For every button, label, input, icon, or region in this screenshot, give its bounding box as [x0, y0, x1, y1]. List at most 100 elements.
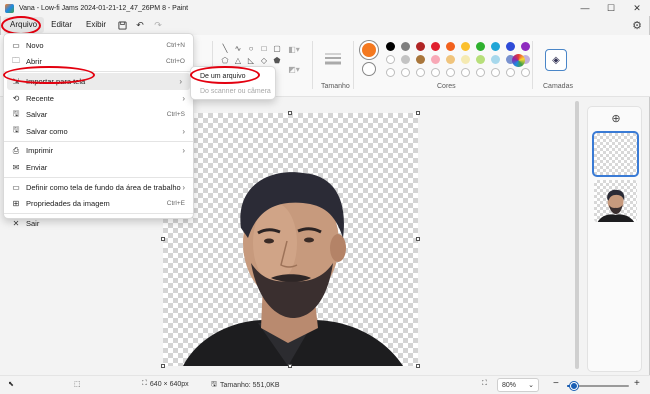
palette-color-swatch[interactable]	[491, 55, 500, 64]
minimize-button[interactable]: —	[572, 0, 598, 16]
curve-shape-icon[interactable]: ∿	[233, 44, 243, 54]
layers-button[interactable]: ◈	[545, 49, 567, 71]
palette-color-swatch[interactable]	[401, 55, 410, 64]
cursor-icon: ⬉	[8, 381, 14, 388]
outline-icon[interactable]: ◧▾	[286, 45, 302, 55]
palette-color-swatch[interactable]	[431, 55, 440, 64]
layers-icon: ◈	[552, 54, 560, 66]
zoom-select[interactable]: 80% ⌄	[497, 378, 539, 392]
maximize-button[interactable]: ☐	[598, 0, 624, 16]
palette-color-swatch[interactable]	[386, 42, 395, 51]
layers-group-label: Camadas	[543, 83, 573, 90]
diamond-shape-icon[interactable]: ◇	[259, 56, 269, 66]
pentagon-shape-icon[interactable]: ⬟	[272, 56, 282, 66]
save-icon: 🖫	[12, 108, 20, 118]
file-menu-item[interactable]: 🗀 Abrir Ctrl+O	[4, 54, 193, 71]
file-menu-item[interactable]: ▭ Novo Ctrl+N	[4, 37, 193, 54]
import-from-file[interactable]: De um arquivo	[191, 69, 275, 84]
triangle-shape-icon[interactable]: △	[233, 56, 243, 66]
zoom-in-button[interactable]: +	[634, 378, 640, 389]
close-button[interactable]: ✕	[624, 0, 650, 16]
custom-color-slot[interactable]	[461, 68, 470, 77]
file-menu-item[interactable]: ✕ Sair	[4, 215, 193, 232]
file-size: Tamanho: 551,0KB	[219, 382, 280, 389]
menu-view[interactable]: Exibir	[79, 17, 113, 33]
image-canvas[interactable]	[163, 113, 418, 366]
oval-shape-icon[interactable]: ○	[246, 44, 256, 54]
custom-color-slot[interactable]	[416, 68, 425, 77]
send-icon: ✉	[12, 162, 20, 172]
file-menu-item[interactable]: 🖫 Salvar como ›	[4, 123, 193, 140]
undo-icon[interactable]: ↶	[131, 17, 149, 33]
palette-color-swatch[interactable]	[461, 55, 470, 64]
paint-app-icon	[5, 3, 14, 13]
add-layer-icon[interactable]: ⊕	[610, 113, 622, 125]
import-from-scanner: Do scanner ou câmera	[200, 88, 271, 95]
resize-handle[interactable]	[288, 111, 292, 115]
vertical-scrollbar[interactable]	[575, 101, 579, 369]
file-menu-item[interactable]: ⇲ Importar para tela ›	[7, 73, 190, 90]
custom-color-slot[interactable]	[401, 68, 410, 77]
custom-color-slot[interactable]	[431, 68, 440, 77]
desktop-background-icon: ▭	[12, 182, 20, 192]
resize-handle[interactable]	[161, 237, 165, 241]
resize-handle[interactable]	[161, 364, 165, 368]
resize-handle[interactable]	[416, 364, 420, 368]
file-menu-item[interactable]: ✉ Enviar	[4, 159, 193, 176]
shortcut-label: Ctrl+N	[166, 41, 185, 49]
palette-color-swatch[interactable]	[401, 42, 410, 51]
file-menu: ▭ Novo Ctrl+N 🗀 Abrir Ctrl+O ⇲ Importar para te…	[3, 33, 194, 228]
custom-color-slot[interactable]	[506, 68, 515, 77]
file-menu-item[interactable]: ⟲ Recente ›	[4, 90, 193, 107]
menu-file[interactable]: Arquivo	[3, 17, 45, 33]
status-bar: ⬉ ⬚ ⛶ 640 × 640px 🖫 Tamanho: 551,0KB ⛶ 8…	[0, 375, 650, 394]
zoom-out-button[interactable]: −	[553, 378, 559, 389]
primary-color-swatch[interactable]	[362, 43, 376, 57]
palette-color-swatch[interactable]	[431, 42, 440, 51]
palette-color-swatch[interactable]	[386, 55, 395, 64]
right-triangle-shape-icon[interactable]: ◺	[246, 56, 256, 66]
custom-color-slot[interactable]	[446, 68, 455, 77]
custom-color-slot[interactable]	[491, 68, 500, 77]
palette-color-swatch[interactable]	[461, 42, 470, 51]
palette-color-swatch[interactable]	[446, 55, 455, 64]
file-menu-item-label: Definir como tela de fundo da área de tr…	[26, 182, 181, 192]
canvas-dimensions: 640 × 640px	[149, 380, 189, 388]
palette-color-swatch[interactable]	[416, 42, 425, 51]
layer-thumbnail-portrait[interactable]	[594, 180, 637, 222]
zoom-slider[interactable]	[567, 382, 629, 390]
custom-color-slot[interactable]	[476, 68, 485, 77]
palette-color-swatch[interactable]	[476, 42, 485, 51]
line-shape-icon[interactable]: ╲	[220, 44, 230, 54]
fit-to-window-icon[interactable]: ⛶	[482, 380, 487, 388]
gear-icon[interactable]: ⚙	[632, 19, 642, 32]
zoom-slider-thumb[interactable]	[570, 382, 579, 390]
rounded-rect-shape-icon[interactable]: ▢	[272, 44, 282, 54]
resize-handle[interactable]	[416, 111, 420, 115]
palette-color-swatch[interactable]	[476, 55, 485, 64]
fill-icon[interactable]: ◩▾	[286, 65, 302, 75]
brush-size-icon[interactable]	[322, 51, 344, 65]
palette-color-swatch[interactable]	[416, 55, 425, 64]
palette-color-swatch[interactable]	[521, 42, 530, 51]
polygon-shape-icon[interactable]: ⬠	[220, 56, 230, 66]
file-menu-item[interactable]: 🖫 Salvar Ctrl+S	[4, 106, 193, 123]
file-menu-item[interactable]: ▭ Definir como tela de fundo da área de t…	[4, 179, 193, 196]
palette-color-swatch[interactable]	[506, 42, 515, 51]
file-menu-item[interactable]: ⊞ Propriedades da imagem Ctrl+E	[4, 195, 193, 212]
layer-thumbnail-empty[interactable]	[592, 131, 639, 177]
chevron-right-icon: ›	[182, 126, 185, 136]
custom-color-slot[interactable]	[386, 68, 395, 77]
edit-colors-icon[interactable]	[512, 54, 525, 67]
save-icon[interactable]	[113, 17, 131, 33]
palette-color-swatch[interactable]	[446, 42, 455, 51]
file-menu-item[interactable]: ⎙ Imprimir ›	[4, 143, 193, 160]
resize-handle[interactable]	[416, 237, 420, 241]
rectangle-shape-icon[interactable]: □	[259, 44, 269, 54]
menu-edit[interactable]: Editar	[44, 17, 79, 33]
resize-handle[interactable]	[288, 364, 292, 368]
secondary-color-swatch[interactable]	[362, 62, 376, 76]
menu-bar: Arquivo Editar Exibir ↶ ↷ ⚙	[0, 16, 650, 34]
palette-color-swatch[interactable]	[491, 42, 500, 51]
custom-color-slot[interactable]	[521, 68, 530, 77]
